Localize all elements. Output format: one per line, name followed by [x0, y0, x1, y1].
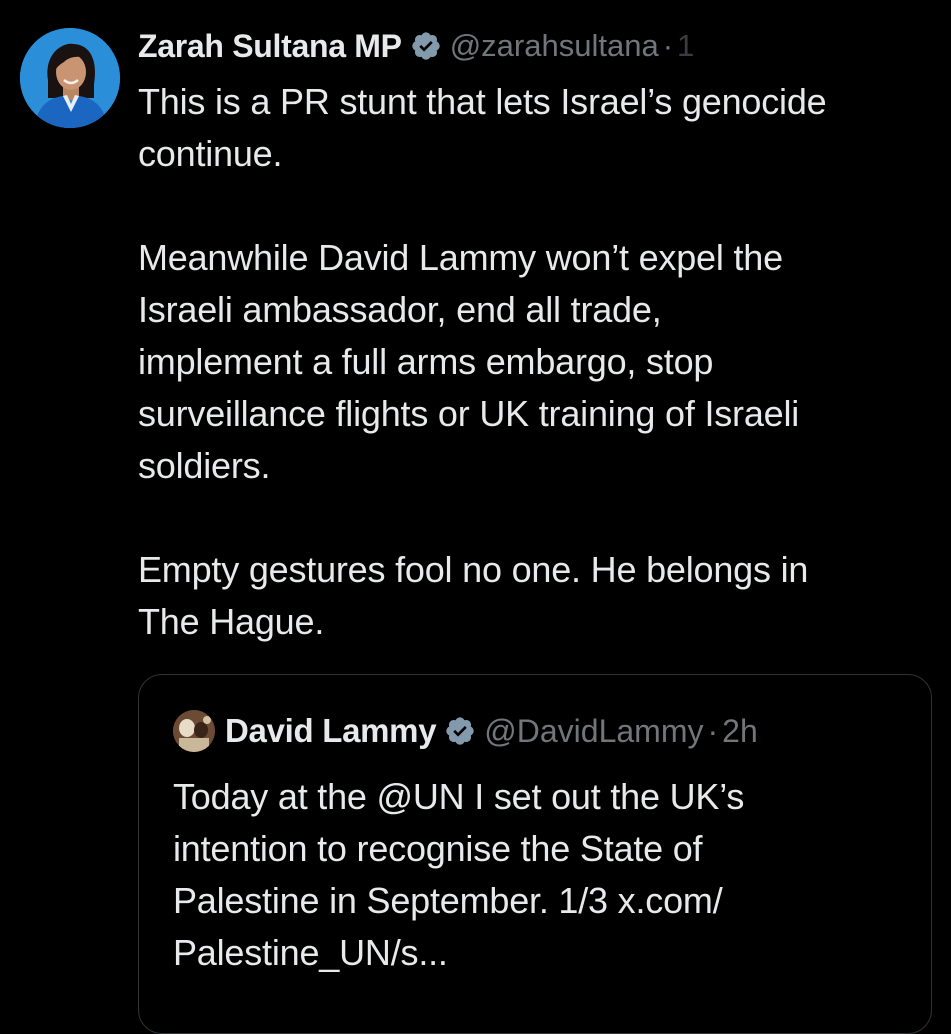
quoted-tweet-header: David Lammy @DavidLammy · 2h	[173, 709, 758, 753]
quoted-author-handle[interactable]: @DavidLammy	[484, 713, 703, 750]
tweet-body: This is a PR stunt that lets Israel’s ge…	[138, 76, 938, 648]
quoted-header-separator: ·	[707, 712, 719, 749]
tweet-paragraph: This is a PR stunt that lets Israel’s ge…	[138, 81, 827, 174]
tweet[interactable]: Zarah Sultana MP @zarahsultana · 1 This …	[0, 0, 951, 1034]
tweet-paragraph: Empty gestures fool no one. He belongs i…	[138, 549, 809, 642]
quoted-tweet-card[interactable]: David Lammy @DavidLammy · 2h Today at th…	[138, 674, 932, 1034]
verified-badge-icon[interactable]	[444, 715, 476, 747]
quoted-author-avatar[interactable]	[173, 710, 215, 752]
tweet-header: Zarah Sultana MP @zarahsultana · 1	[138, 22, 694, 70]
author-display-name[interactable]: Zarah Sultana MP	[138, 28, 402, 65]
author-avatar[interactable]	[20, 28, 120, 128]
quoted-tweet-body: Today at the @UN I set out the UK’s inte…	[173, 776, 745, 973]
header-separator: ·	[662, 28, 674, 63]
tweet-paragraph: Meanwhile David Lammy won’t expel the Is…	[138, 237, 800, 486]
quoted-author-display-name[interactable]: David Lammy	[225, 712, 437, 750]
quoted-tweet-timestamp[interactable]: 2h	[722, 713, 758, 750]
verified-badge-icon[interactable]	[410, 30, 442, 62]
author-handle[interactable]: @zarahsultana	[450, 28, 659, 64]
tweet-timestamp[interactable]: 1	[677, 28, 694, 64]
